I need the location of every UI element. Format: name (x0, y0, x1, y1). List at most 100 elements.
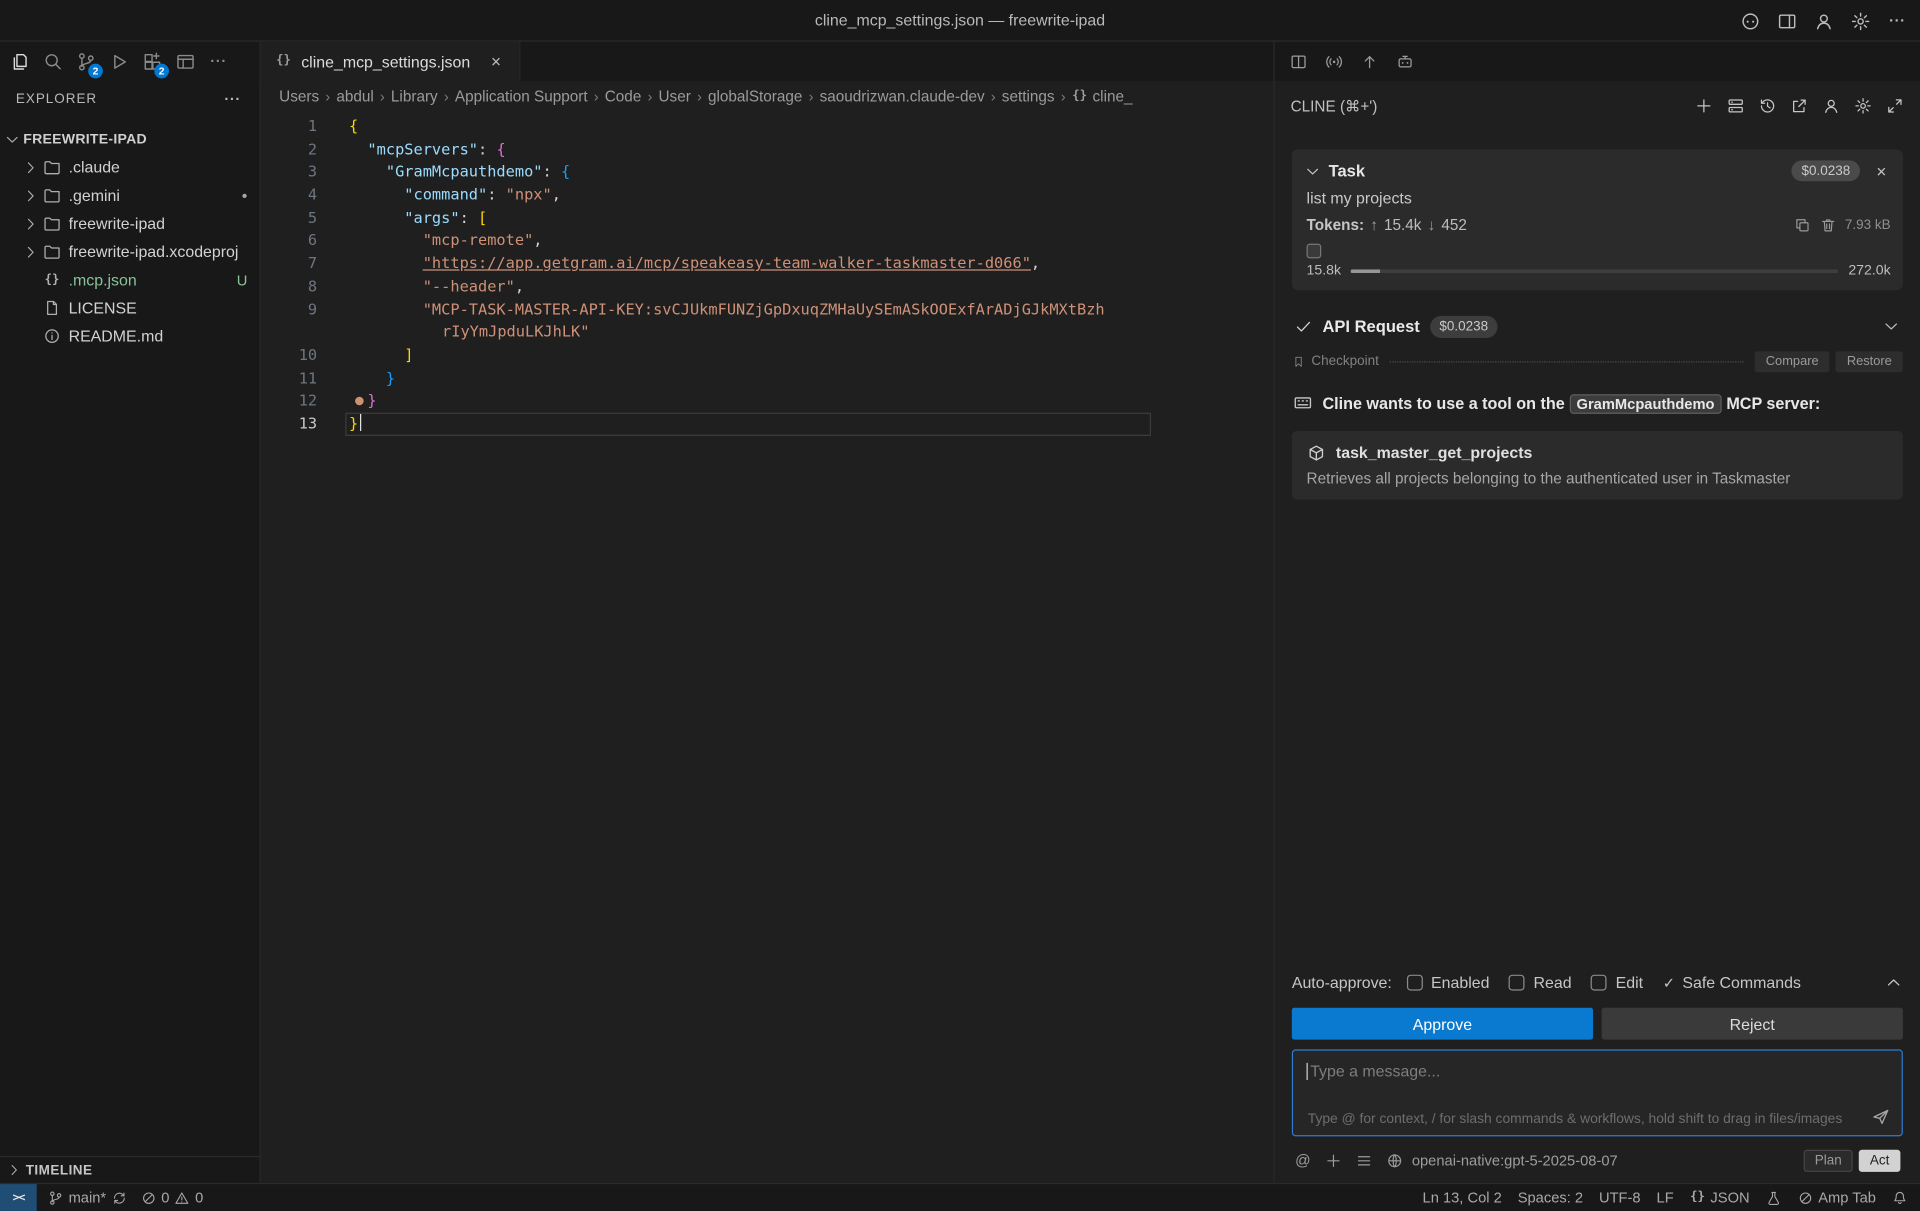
amp-tab-status[interactable]: Amp Tab (1797, 1189, 1876, 1206)
chevron-down-icon[interactable] (1304, 162, 1321, 179)
reject-button[interactable]: Reject (1602, 1008, 1903, 1040)
line-number: 13 (261, 413, 317, 436)
compare-button[interactable]: Compare (1755, 351, 1830, 372)
tool-intro-text: Cline wants to use a tool on the GramMcp… (1322, 391, 1820, 415)
workbench: 2 2 ··· EXPLORER ··· FREEWRITE-IPAD .claud… (0, 42, 1920, 1183)
new-task-icon[interactable] (1695, 96, 1713, 114)
file-.mcp.json[interactable]: {}.mcp.jsonU (0, 266, 260, 294)
activity-search[interactable] (37, 45, 70, 77)
auto-approve-option-safe-commands[interactable]: ✓Safe Commands (1663, 973, 1801, 991)
file-LICENSE[interactable]: LICENSE (0, 294, 260, 322)
breadcrumb-separator: › (325, 88, 330, 105)
activity-source-control[interactable]: 2 (70, 45, 103, 77)
more-icon: ··· (208, 51, 229, 72)
file-freewrite-ipad.xcodeproj[interactable]: freewrite-ipad.xcodeproj (0, 238, 260, 266)
robot-icon[interactable] (1396, 52, 1414, 70)
code-line-13: 13} (261, 413, 1274, 436)
slash-commands-icon[interactable] (1356, 1152, 1373, 1169)
more-actions-icon[interactable]: ··· (1887, 10, 1908, 31)
model-icon[interactable] (1386, 1152, 1403, 1169)
breadcrumb-item[interactable]: Library (391, 88, 438, 105)
mention-icon[interactable]: @ (1294, 1152, 1311, 1169)
language-mode[interactable]: {} JSON (1690, 1189, 1750, 1206)
chevron-up-icon[interactable] (1884, 973, 1902, 991)
branch-status[interactable]: main* (48, 1189, 127, 1206)
line-number: 5 (261, 207, 317, 230)
file-.claude[interactable]: .claude (0, 153, 260, 181)
breadcrumb-item[interactable]: settings (1002, 88, 1055, 105)
act-mode-toggle[interactable]: Act (1859, 1150, 1901, 1172)
file-label: .gemini (69, 186, 120, 204)
open-in-editor-icon[interactable] (1790, 96, 1808, 114)
layout-icon[interactable] (1777, 10, 1798, 31)
breadcrumb-item[interactable]: globalStorage (708, 88, 802, 105)
account-icon[interactable] (1822, 96, 1840, 114)
titlebar-actions: ··· (1740, 0, 1908, 42)
breadcrumb-item[interactable]: Users (279, 88, 319, 105)
split-editor-icon[interactable] (1289, 52, 1307, 70)
tab-cline-mcp-settings[interactable]: {} cline_mcp_settings.json × (261, 42, 521, 81)
notifications[interactable] (1892, 1190, 1908, 1206)
chevron-down-icon[interactable] (1882, 318, 1900, 336)
activity-explorer[interactable] (4, 45, 37, 77)
auto-approve-option-read[interactable]: Read (1509, 973, 1572, 991)
tool-intro: Cline wants to use a tool on the GramMcp… (1292, 391, 1903, 415)
restore-button[interactable]: Restore (1836, 351, 1903, 372)
activity-window[interactable] (169, 45, 202, 77)
copilot-icon[interactable] (1740, 10, 1761, 31)
cursor-position[interactable]: Ln 13, Col 2 (1423, 1189, 1502, 1206)
root-folder-row[interactable]: FREEWRITE-IPAD (0, 126, 260, 153)
api-request-row[interactable]: API Request $0.0238 (1292, 316, 1903, 337)
problems-status[interactable]: 0 0 (140, 1189, 203, 1206)
remote-indicator[interactable]: >< (0, 1184, 37, 1211)
approve-button[interactable]: Approve (1292, 1008, 1593, 1040)
activity-more[interactable]: ··· (202, 45, 235, 77)
model-name[interactable]: openai-native:gpt-5-2025-08-07 (1412, 1152, 1618, 1169)
close-tab-icon[interactable]: × (486, 53, 506, 70)
auto-approve-option-edit[interactable]: Edit (1591, 973, 1643, 991)
file-.gemini[interactable]: .gemini• (0, 181, 260, 209)
add-context-icon[interactable] (1325, 1152, 1342, 1169)
activity-extensions[interactable]: 2 (136, 45, 169, 77)
eol[interactable]: LF (1657, 1189, 1674, 1206)
activity-run-debug[interactable] (103, 45, 136, 77)
timeline-section[interactable]: TIMELINE (0, 1156, 260, 1183)
option-label: Safe Commands (1682, 973, 1801, 991)
message-input-box[interactable]: Type @ for context, / for slash commands… (1292, 1049, 1903, 1136)
breadcrumb-item[interactable]: abdul (336, 88, 373, 105)
breadcrumb-item[interactable]: saoudrizwan.claude-dev (820, 88, 985, 105)
code-line-12: 12 } (261, 390, 1274, 413)
breadcrumb-file[interactable]: cline_ (1093, 88, 1133, 105)
history-icon[interactable] (1758, 96, 1776, 114)
fullscreen-icon[interactable] (1886, 96, 1904, 114)
settings-gear-icon[interactable] (1850, 10, 1871, 31)
copy-icon[interactable] (1793, 217, 1810, 234)
breadcrumb-item[interactable]: Code (605, 88, 642, 105)
beaker-status[interactable] (1766, 1190, 1782, 1206)
broadcast-icon[interactable] (1325, 52, 1343, 70)
plan-mode-toggle[interactable]: Plan (1804, 1150, 1853, 1172)
breadcrumb-item[interactable]: User (658, 88, 690, 105)
mcp-servers-icon[interactable] (1727, 96, 1745, 114)
delete-icon[interactable] (1819, 217, 1836, 234)
share-icon[interactable] (1360, 52, 1378, 70)
file-README.md[interactable]: README.md (0, 322, 260, 350)
breadcrumb-item[interactable]: Application Support (455, 88, 588, 105)
auto-approve-option-enabled[interactable]: Enabled (1407, 973, 1490, 991)
title-bar: cline_mcp_settings.json — freewrite-ipad… (0, 0, 1920, 42)
file-label: README.md (69, 327, 164, 345)
explorer-more-icon[interactable]: ··· (223, 91, 243, 108)
folder-icon (43, 186, 61, 204)
vscode-window: cline_mcp_settings.json — freewrite-ipad… (0, 0, 1920, 1211)
checkpoint-row: Checkpoint Compare Restore (1292, 351, 1903, 372)
close-task-icon[interactable]: × (1872, 162, 1890, 180)
indentation[interactable]: Spaces: 2 (1518, 1189, 1583, 1206)
send-icon[interactable] (1871, 1107, 1891, 1127)
encoding[interactable]: UTF-8 (1599, 1189, 1641, 1206)
code-editor[interactable]: 1{2 "mcpServers": {3 "GramMcpauthdemo": … (261, 113, 1274, 1183)
message-input[interactable] (1307, 1062, 1889, 1091)
explorer-header: EXPLORER ··· (0, 78, 260, 115)
settings-icon[interactable] (1854, 96, 1872, 114)
account-icon[interactable] (1813, 10, 1834, 31)
file-freewrite-ipad[interactable]: freewrite-ipad (0, 209, 260, 237)
